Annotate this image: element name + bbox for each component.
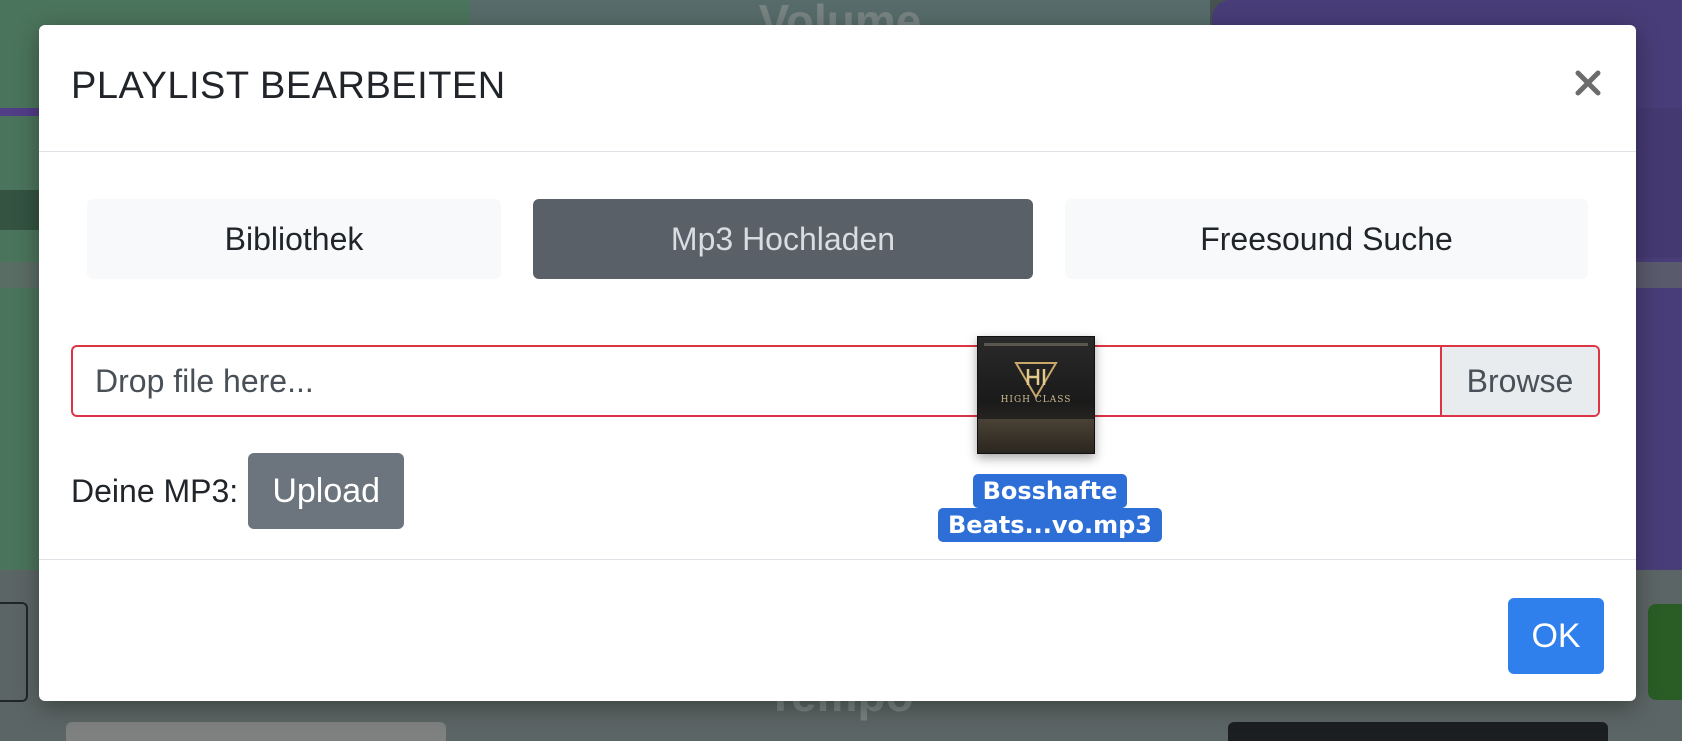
dragged-file[interactable]: HIGH CLASS Bosshafte Beats...vo.mp3 bbox=[926, 336, 1174, 546]
file-name-line-1: Bosshafte bbox=[972, 474, 1128, 508]
tab-bibliothek[interactable]: Bibliothek bbox=[87, 199, 501, 279]
tab-freesound-suche[interactable]: Freesound Suche bbox=[1065, 199, 1588, 279]
ok-button[interactable]: OK bbox=[1508, 598, 1604, 674]
edit-playlist-modal: PLAYLIST BEARBEITEN Bibliothek Mp3 Hochl… bbox=[39, 25, 1636, 701]
close-button[interactable] bbox=[1568, 63, 1608, 103]
crest-icon bbox=[1014, 362, 1058, 399]
modal-header: PLAYLIST BEARBEITEN bbox=[39, 25, 1636, 152]
tab-mp3-hochladen[interactable]: Mp3 Hochladen bbox=[533, 199, 1033, 279]
mp3-label: Deine MP3: bbox=[71, 472, 239, 509]
browse-button[interactable]: Browse bbox=[1440, 347, 1598, 415]
album-art-thumbnail: HIGH CLASS bbox=[977, 336, 1095, 454]
file-drop-input[interactable]: Drop file here... Browse bbox=[71, 345, 1600, 417]
file-name-line-2: Beats...vo.mp3 bbox=[937, 508, 1162, 542]
upload-button[interactable]: Upload bbox=[248, 453, 405, 529]
thumbnail-stripe bbox=[984, 343, 1088, 346]
thumbnail-wordmark: HIGH CLASS bbox=[1000, 395, 1072, 405]
modal-title: PLAYLIST BEARBEITEN bbox=[71, 65, 506, 107]
close-icon bbox=[1575, 70, 1601, 96]
file-drop-placeholder: Drop file here... bbox=[95, 362, 314, 399]
dragged-file-name: Bosshafte Beats...vo.mp3 bbox=[926, 474, 1174, 542]
mp3-upload-row: Deine MP3: Upload bbox=[71, 453, 405, 529]
thumbnail-floor bbox=[978, 419, 1094, 453]
source-tabs: Bibliothek Mp3 Hochladen Freesound Suche bbox=[87, 199, 1588, 279]
modal-footer: OK bbox=[39, 559, 1636, 701]
